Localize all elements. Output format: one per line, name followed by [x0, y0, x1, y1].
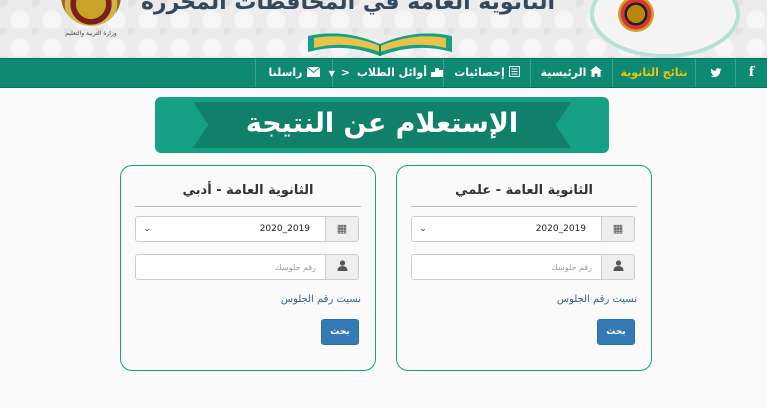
year-select[interactable]: ⌄ 2020_2019 ▦: [411, 216, 635, 242]
seat-number-field[interactable]: [411, 254, 635, 280]
header-banner: وزارة التربية والتعليم الثانوية العامة ف…: [0, 0, 767, 58]
chevron-left-icon: <: [340, 66, 350, 79]
nav-contact[interactable]: راسلنا: [255, 59, 332, 87]
card-divider: [411, 206, 637, 207]
chevron-down-icon: ⌄: [143, 224, 151, 234]
facebook-icon: f: [748, 65, 755, 80]
result-inquiry-banner: الإستعلام عن النتيجة: [155, 97, 609, 153]
nav-home-label: الرئيسية: [540, 66, 587, 79]
search-button[interactable]: بحث: [597, 319, 635, 345]
stats-icon: [508, 59, 520, 87]
nav-top-students[interactable]: أوائل الطلاب < ▼: [329, 59, 443, 87]
scientific-result-card: الثانوية العامة - علمي ⌄ 2020_2019 ▦ نسي…: [396, 165, 652, 371]
seat-number-field[interactable]: [135, 254, 359, 280]
eagle-icon: [618, 0, 654, 32]
card-title: الثانوية العامة - علمي: [455, 183, 593, 198]
seat-number-input[interactable]: [412, 255, 600, 279]
result-inquiry-heading: الإستعلام عن النتيجة: [245, 108, 519, 139]
home-icon: [590, 59, 603, 87]
site-title: الثانوية العامة في المحافظات المحررة: [140, 0, 555, 15]
year-select-value: 2020_2019: [535, 224, 586, 234]
literary-result-card: الثانوية العامة - أدبي ⌄ 2020_2019 ▦ نسي…: [120, 165, 376, 371]
nav-statistics[interactable]: إحصائيات: [443, 59, 530, 87]
user-icon: [325, 255, 358, 279]
chevron-down-icon: ⌄: [419, 224, 427, 234]
forgot-seat-number-link[interactable]: نسيت رقم الجلوس: [411, 294, 637, 310]
ministry-seal: [61, 0, 121, 26]
seat-number-input[interactable]: [136, 255, 324, 279]
open-book-icon: [308, 33, 452, 56]
nav-statistics-label: إحصائيات: [454, 66, 505, 79]
ministry-emblem: وزارة التربية والتعليم: [55, 0, 127, 46]
envelope-icon: [306, 59, 320, 87]
nav-secondary-results[interactable]: نتائج الثانوية: [612, 59, 695, 87]
nav-contact-label: راسلنا: [268, 66, 303, 79]
twitter-icon: [710, 67, 721, 77]
calendar-icon: ▦: [325, 217, 358, 241]
main-navbar: f نتائج الثانوية الرئيسية إحصائيات أوائل…: [0, 58, 767, 88]
nav-top-students-label: أوائل الطلاب: [356, 66, 427, 79]
calendar-icon: ▦: [601, 217, 634, 241]
card-title: الثانوية العامة - أدبي: [182, 183, 314, 198]
nav-home[interactable]: الرئيسية: [530, 59, 612, 87]
user-icon: [601, 255, 634, 279]
year-select-value: 2020_2019: [259, 224, 310, 234]
nav-twitter[interactable]: [695, 59, 735, 87]
forgot-seat-number-link[interactable]: نسيت رقم الجلوس: [135, 294, 361, 310]
card-divider: [135, 206, 361, 207]
nav-results-label: نتائج الثانوية: [620, 66, 688, 79]
year-select[interactable]: ⌄ 2020_2019 ▦: [135, 216, 359, 242]
nav-facebook[interactable]: f: [735, 59, 767, 87]
search-button[interactable]: بحث: [321, 319, 359, 345]
podium-icon: [431, 59, 443, 87]
ministry-caption: وزارة التربية والتعليم: [65, 30, 117, 37]
